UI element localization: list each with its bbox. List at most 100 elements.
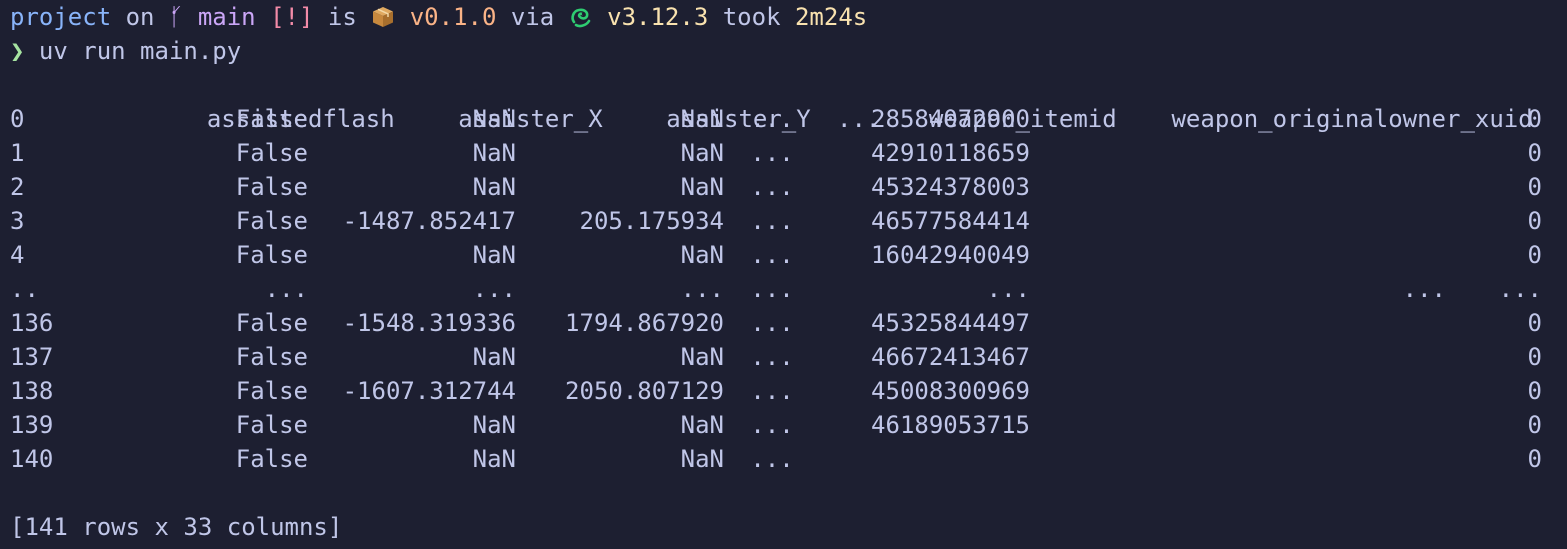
cell-assister-y: NaN <box>680 445 724 473</box>
cell-wipe: 0 <box>1527 343 1542 371</box>
prompt-git-status: [!] <box>270 3 314 31</box>
table-row: 140 False NaN NaN... 0 <box>10 442 1567 476</box>
cell-assister-y: NaN <box>680 343 724 371</box>
cell-index: .. <box>10 275 39 303</box>
cell-assister-x: NaN <box>472 445 516 473</box>
cell-weapon-itemid: 28584072900 <box>871 105 1030 133</box>
table-summary: [141 rows x 33 columns] <box>10 513 343 541</box>
cell-index: 0 <box>10 105 25 133</box>
table-row: 3 False -1487.852417 205.175934... 465775844… <box>10 204 1567 238</box>
cell-weapon-itemid: 45008300969 <box>871 377 1030 405</box>
cell-assister-y: NaN <box>680 411 724 439</box>
cell-assister-x: NaN <box>472 411 516 439</box>
cell-index: 138 <box>10 377 54 405</box>
cell-wipe: 0 <box>1527 173 1542 201</box>
command-text[interactable]: uv run main.py <box>39 37 241 65</box>
cell-ellipsis: ... <box>750 275 794 303</box>
prompt-via: via <box>510 3 555 31</box>
cell-assistedflash: False <box>235 411 308 439</box>
cell-assistedflash: False <box>235 343 308 371</box>
cell-assister-y: NaN <box>680 139 724 167</box>
cell-wipe: 0 <box>1527 139 1542 167</box>
cell-wipe: 0 <box>1527 411 1542 439</box>
cell-assister-x: NaN <box>472 139 516 167</box>
cell-wipe: 0 <box>1527 377 1542 405</box>
cell-ellipsis: ... <box>750 173 794 201</box>
cell-ellipsis: ... <box>750 377 794 405</box>
cell-assister-y: NaN <box>680 241 724 269</box>
table-row: 4 False NaN NaN... 16042940049 0 <box>10 238 1567 272</box>
cell-index: 3 <box>10 207 25 235</box>
git-branch-icon: ᚶ <box>168 3 184 31</box>
cell-weapon-itemid: 42910118659 <box>871 139 1030 167</box>
table-row: 0 False NaN NaN... 28584072900 0 <box>10 102 1567 136</box>
dataframe-output: assistedflash assister_X assister_Y... weap… <box>10 68 1567 476</box>
cell-index: 2 <box>10 173 25 201</box>
cell-assister-x: ... <box>472 275 516 303</box>
cell-assister-y: NaN <box>680 105 724 133</box>
table-row: 138 False -1607.312744 2050.807129... 450083… <box>10 374 1567 408</box>
table-row: ....................... <box>10 272 1567 306</box>
cell-assister-y: 205.175934 <box>579 207 725 235</box>
cell-index: 4 <box>10 241 25 269</box>
cell-ellipsis: ... <box>750 207 794 235</box>
table-row: 1 False NaN NaN... 42910118659 0 <box>10 136 1567 170</box>
cell-ellipsis: ... <box>750 241 794 269</box>
cell-weapon-itemid: 46577584414 <box>871 207 1030 235</box>
cell-assistedflash: False <box>235 445 308 473</box>
cell-assister-x: NaN <box>472 173 516 201</box>
python-icon <box>569 3 593 28</box>
cell-weapon-itemid: 46189053715 <box>871 411 1030 439</box>
cell-assister-x: NaN <box>472 105 516 133</box>
prompt-directory: project <box>10 3 112 31</box>
cell-assistedflash: False <box>235 207 308 235</box>
cell-assister-y: NaN <box>680 173 724 201</box>
cell-assistedflash: False <box>235 241 308 269</box>
table-body: 0 False NaN NaN... 28584072900 0 1 False NaN NaN.… <box>10 102 1567 476</box>
prompt-branch: main <box>197 3 256 31</box>
cell-weapon-itemid: 16042940049 <box>871 241 1030 269</box>
terminal-window[interactable]: project on ᚶ main [!] is v0.1.0 via v3.1… <box>0 0 1567 549</box>
table-header-row: assistedflash assister_X assister_Y... weap… <box>10 68 1567 133</box>
cell-ellipsis: ... <box>750 309 794 337</box>
cell-assister-x: -1548.319336 <box>342 309 516 337</box>
cell-assister-x: -1487.852417 <box>342 207 516 235</box>
cell-assister-x: -1607.312744 <box>342 377 516 405</box>
cell-assister-x: NaN <box>472 241 516 269</box>
cell-weapon-itemid: 46672413467 <box>871 343 1030 371</box>
cell-wipe: 0 <box>1527 241 1542 269</box>
prompt-python-version: v3.12.3 <box>607 3 709 31</box>
cell-index: 137 <box>10 343 54 371</box>
prompt-took: took <box>722 3 781 31</box>
cell-assistedflash: False <box>235 139 308 167</box>
cell-assistedflash: False <box>235 309 308 337</box>
cell-index: 1 <box>10 139 25 167</box>
prompt-on: on <box>125 3 155 31</box>
cell-wipe: 0 <box>1527 207 1542 235</box>
cell-index: 139 <box>10 411 54 439</box>
cell-index: 140 <box>10 445 54 473</box>
cell-weapon-originalowner-xuid: ... <box>1402 275 1446 303</box>
cell-wipe: 0 <box>1527 445 1542 473</box>
cell-weapon-itemid: ... <box>986 275 1030 303</box>
cell-ellipsis: ... <box>750 445 794 473</box>
cell-weapon-itemid: 45325844497 <box>871 309 1030 337</box>
cell-assistedflash: False <box>235 377 308 405</box>
cell-assistedflash: False <box>235 173 308 201</box>
prompt-package-version: v0.1.0 <box>409 3 497 31</box>
cell-ellipsis: ... <box>750 411 794 439</box>
cell-assister-y: ... <box>680 275 724 303</box>
cell-ellipsis: ... <box>750 343 794 371</box>
table-row: 2 False NaN NaN... 45324378003 0 <box>10 170 1567 204</box>
cell-index: 136 <box>10 309 54 337</box>
cell-assistedflash: False <box>235 105 308 133</box>
cell-assister-y: 2050.807129 <box>565 377 724 405</box>
cell-assistedflash: ... <box>264 275 308 303</box>
prompt-is: is <box>327 3 357 31</box>
package-icon <box>371 3 395 27</box>
table-row: 136 False -1548.319336 1794.867920... 453258… <box>10 306 1567 340</box>
cell-assister-y: 1794.867920 <box>565 309 724 337</box>
command-line[interactable]: ❯ uv run main.py <box>10 34 1567 68</box>
cell-weapon-itemid: 45324378003 <box>871 173 1030 201</box>
